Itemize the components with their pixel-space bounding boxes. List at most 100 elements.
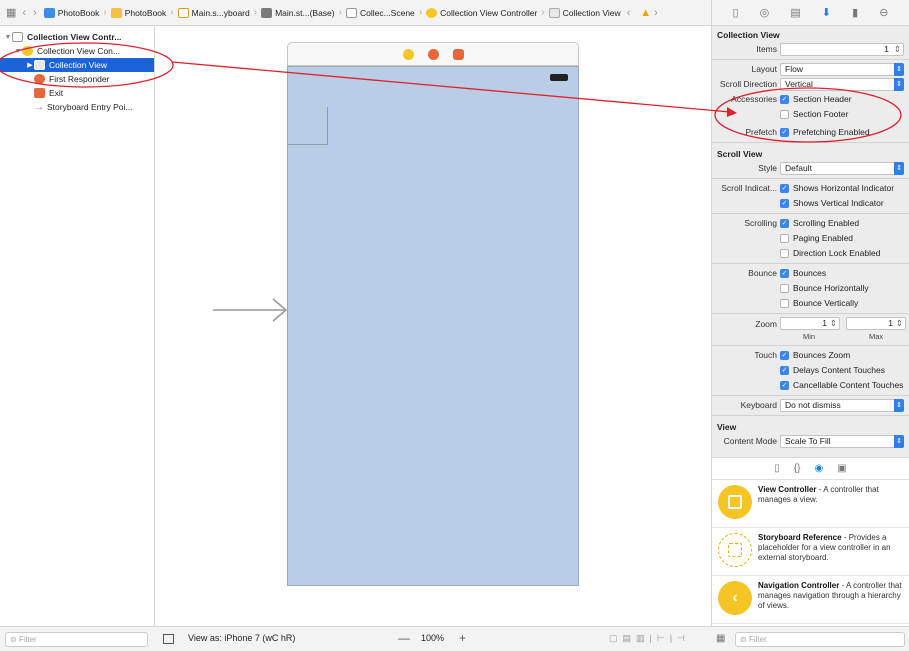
outline-item-first-responder[interactable]: First Responder bbox=[0, 72, 154, 86]
items-field[interactable]: 1 ⇕ bbox=[780, 43, 904, 56]
breadcrumb-view-controller[interactable]: Collection View Controller › bbox=[426, 7, 549, 18]
disclosure-triangle-icon[interactable]: ▶ bbox=[26, 61, 34, 69]
outline-item-storyboard-entry-point[interactable]: → Storyboard Entry Poi... bbox=[0, 100, 154, 114]
zoom-out-button[interactable]: — bbox=[398, 631, 410, 645]
stepper-icon[interactable]: ⇕ bbox=[894, 44, 901, 55]
bounce-vertically-row: Bounce Vertically bbox=[712, 296, 909, 311]
zoom-in-button[interactable]: + bbox=[459, 631, 466, 645]
collection-view-scene[interactable] bbox=[287, 66, 579, 586]
stepper-icon[interactable]: ⇕ bbox=[896, 318, 903, 329]
bounces-zoom-checkbox[interactable]: ✓ Bounces Zoom bbox=[780, 350, 850, 360]
breadcrumb-storyboard-base[interactable]: Main.st...(Base) › bbox=[261, 7, 346, 18]
cancellable-touches-checkbox[interactable]: ✓ Cancellable Content Touches bbox=[780, 380, 903, 390]
library-item-view-controller[interactable]: View Controller - A controller that mana… bbox=[712, 480, 909, 528]
cancellable-touches-label: Cancellable Content Touches bbox=[793, 380, 904, 390]
stepper-icon[interactable]: ⇕ bbox=[830, 318, 837, 329]
grid-view-icon[interactable]: ▦ bbox=[716, 633, 725, 644]
zoom-min-field[interactable]: 1 ⇕ bbox=[780, 317, 840, 330]
divider bbox=[712, 313, 909, 314]
identity-inspector-icon[interactable]: ▤ bbox=[790, 6, 800, 19]
breadcrumb-project[interactable]: PhotoBook › bbox=[43, 7, 111, 18]
shows-horizontal-checkbox[interactable]: ✓ Shows Horizontal Indicator bbox=[780, 183, 894, 193]
accessories-row: Accessories ✓ Section Header bbox=[712, 92, 909, 107]
shows-vertical-checkbox[interactable]: ✓ Shows Vertical Indicator bbox=[780, 198, 884, 208]
paging-enabled-checkbox[interactable]: Paging Enabled bbox=[780, 233, 853, 243]
shows-vertical-row: ✓ Shows Vertical Indicator bbox=[712, 196, 909, 211]
divider bbox=[712, 395, 909, 396]
breadcrumb-group[interactable]: PhotoBook › bbox=[110, 7, 178, 18]
storyboard-canvas[interactable] bbox=[155, 26, 711, 626]
library-item-navigation-controller[interactable]: ‹ Navigation Controller - A controller t… bbox=[712, 576, 909, 624]
object-library-icon[interactable]: ◉ bbox=[815, 463, 824, 474]
connections-inspector-icon[interactable]: ⊖ bbox=[879, 6, 888, 19]
zoom-level[interactable]: 100% bbox=[421, 633, 444, 643]
related-items-icon[interactable]: ▦ bbox=[6, 6, 16, 19]
size-inspector-icon[interactable]: ▮ bbox=[852, 6, 858, 19]
disclosure-triangle-icon[interactable]: ▼ bbox=[14, 48, 22, 55]
back-icon[interactable]: ‹ bbox=[22, 7, 26, 19]
delays-touches-checkbox[interactable]: ✓ Delays Content Touches bbox=[780, 365, 885, 375]
breadcrumb-storyboard-file[interactable]: Main.s...yboard › bbox=[177, 7, 261, 18]
bounce-vertically-checkbox[interactable]: Bounce Vertically bbox=[780, 298, 858, 308]
library-filter-field[interactable]: ⊜ Filter bbox=[735, 632, 905, 647]
disclosure-triangle-icon[interactable]: ▼ bbox=[4, 34, 12, 41]
code-snippet-library-icon[interactable]: {} bbox=[794, 463, 801, 474]
checkmark-icon: ✓ bbox=[780, 94, 789, 104]
zoom-max-value: 1 bbox=[888, 318, 893, 328]
view-controller-icon bbox=[22, 46, 33, 56]
section-header-checkbox[interactable]: ✓ Section Header bbox=[780, 94, 852, 104]
outline-item-exit[interactable]: Exit bbox=[0, 86, 154, 100]
popup-arrow-icon: ⇕ bbox=[894, 78, 904, 91]
style-popup[interactable]: Default ⇕ bbox=[780, 162, 904, 175]
attributes-inspector-icon[interactable]: ⬇ bbox=[822, 6, 831, 19]
scroll-direction-popup[interactable]: Vertical ⇕ bbox=[780, 78, 904, 91]
section-footer-checkbox[interactable]: Section Footer bbox=[780, 109, 848, 119]
keyboard-value: Do not dismiss bbox=[785, 400, 841, 410]
collection-view-cell[interactable] bbox=[288, 107, 328, 145]
library-item-text: Storyboard Reference - Provides a placeh… bbox=[758, 533, 905, 572]
checkmark-icon: ✓ bbox=[780, 198, 789, 208]
storyboard-icon bbox=[261, 7, 273, 18]
outline-item-view-controller[interactable]: ▼ Collection View Con... bbox=[0, 44, 154, 58]
previous-issue-icon[interactable]: ‹ bbox=[627, 7, 631, 19]
exit-icon[interactable] bbox=[452, 48, 464, 60]
outline-item-scene[interactable]: ▼ Collection View Contr... bbox=[0, 30, 154, 44]
checkmark-icon: ✓ bbox=[780, 380, 789, 390]
view-controller-icon[interactable] bbox=[402, 48, 414, 60]
zoom-max-field[interactable]: 1 ⇕ bbox=[846, 317, 906, 330]
toggle-outline-icon[interactable] bbox=[163, 634, 174, 644]
storyboard-entry-point-arrow[interactable] bbox=[213, 298, 289, 322]
section-header-label: Section Header bbox=[793, 94, 852, 104]
breadcrumb-scene[interactable]: Collec...Scene › bbox=[345, 7, 426, 18]
media-library-icon[interactable]: ▣ bbox=[837, 463, 846, 474]
keyboard-popup[interactable]: Do not dismiss ⇕ bbox=[780, 399, 904, 412]
prefetching-enabled-checkbox[interactable]: ✓ Prefetching Enabled bbox=[780, 127, 870, 137]
keyboard-row: Keyboard Do not dismiss ⇕ bbox=[712, 398, 909, 413]
quick-help-icon[interactable]: ◎ bbox=[760, 6, 770, 19]
outline-item-collection-view[interactable]: ▶ Collection View bbox=[0, 58, 154, 72]
layout-row: Layout Flow ⇕ bbox=[712, 62, 909, 77]
accessories-label: Accessories bbox=[731, 94, 777, 104]
next-issue-icon[interactable]: › bbox=[654, 7, 658, 19]
bounces-checkbox[interactable]: ✓ Bounces bbox=[780, 268, 826, 278]
outline-item-label: Storyboard Entry Poi... bbox=[47, 102, 133, 112]
breadcrumb-collection-view[interactable]: Collection View bbox=[548, 7, 621, 18]
warning-icon[interactable]: ▲ bbox=[640, 7, 651, 19]
content-mode-popup[interactable]: Scale To Fill ⇕ bbox=[780, 435, 904, 448]
scrolling-enabled-checkbox[interactable]: ✓ Scrolling Enabled bbox=[780, 218, 859, 228]
direction-lock-checkbox[interactable]: Direction Lock Enabled bbox=[780, 248, 880, 258]
library-item-storyboard-reference[interactable]: Storyboard Reference - Provides a placeh… bbox=[712, 528, 909, 576]
cancellable-touches-row: ✓ Cancellable Content Touches bbox=[712, 378, 909, 393]
outline-filter-field[interactable]: ⊜ Filter bbox=[5, 632, 148, 647]
layout-popup[interactable]: Flow ⇕ bbox=[780, 63, 904, 76]
canvas-layout-tools[interactable]: ▢▤▥|⊢|⊣ bbox=[609, 633, 690, 644]
file-template-library-icon[interactable]: ▯ bbox=[774, 463, 780, 474]
view-controller-icon bbox=[426, 7, 438, 18]
file-inspector-icon[interactable]: ▯ bbox=[733, 6, 739, 19]
prefetching-enabled-label: Prefetching Enabled bbox=[793, 127, 870, 137]
filter-icon: ⊜ bbox=[10, 635, 17, 644]
forward-icon[interactable]: › bbox=[33, 7, 37, 19]
first-responder-icon[interactable] bbox=[427, 48, 439, 60]
bounce-horizontally-checkbox[interactable]: Bounce Horizontally bbox=[780, 283, 869, 293]
view-as-button[interactable]: View as: iPhone 7 (wC hR) bbox=[188, 633, 295, 643]
